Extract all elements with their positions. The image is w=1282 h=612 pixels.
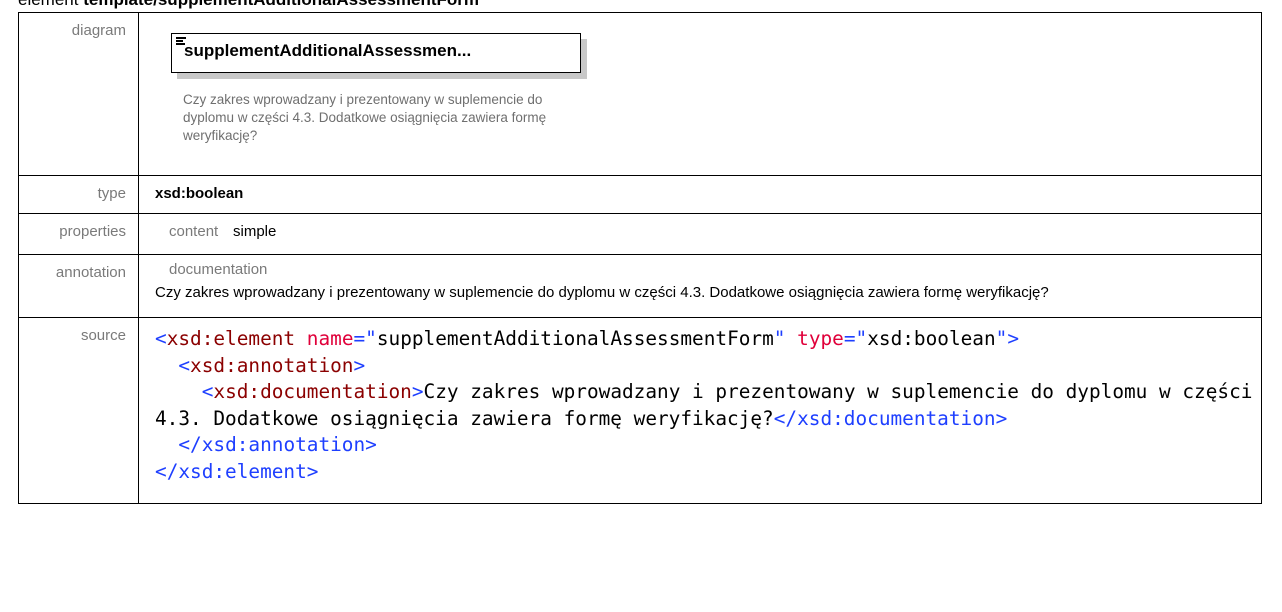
src-close-annotation-tag: /xsd:annotation [190,433,366,456]
type-value: xsd:boolean [155,185,244,202]
src-close-documentation-tag: /xsd:documentation [785,406,996,430]
src-annotation-tag: xsd:annotation [190,353,354,377]
src-attr-type-value: xsd:boolean [867,327,996,350]
src-attr-name-value: supplementAdditionalAssessmentForm [376,327,774,350]
diagram: supplementAdditionalAssessmen... Czy zak… [139,13,1261,175]
src-documentation-tag: xsd:documentation [213,380,412,403]
diagram-row: diagram supplementAdditionalAssessmen...… [18,12,1262,176]
diagram-element-box[interactable]: supplementAdditionalAssessmen... [171,33,581,73]
annotation-key: documentation [169,261,268,278]
property-value: simple [233,223,277,240]
diagram-element-name: supplementAdditionalAssessmen... [184,41,472,60]
annotation-text: Czy zakres wprowadzany i prezentowany w … [155,284,1049,301]
source-cell: <xsd:element name="supplementAdditionalA… [138,317,1265,504]
type-label: type [18,175,139,214]
src-close-element-tag: /xsd:element [166,459,307,483]
source-label: source [18,317,139,504]
annotation-cell: documentation Czy zakres wprowadzany i p… [138,254,1262,318]
element-doc-table: diagram supplementAdditionalAssessmen...… [18,12,1262,504]
diagram-label: diagram [18,12,139,176]
src-open-tag: xsd:element [166,327,296,350]
source-row: source <xsd:element name="supplementAddi… [18,317,1265,504]
diagram-cell: supplementAdditionalAssessmen... Czy zak… [138,12,1262,176]
annotation-label: annotation [18,254,139,318]
page-title: element template/supplementAdditionalAss… [18,0,479,12]
title-element-name: template/supplementAdditionalAssessmentF… [83,0,479,9]
properties-cell: content simple [138,213,1262,255]
property-key: content [169,223,219,240]
property-item: content simple [139,214,1261,240]
diagram-documentation: Czy zakres wprowadzany i prezentowany w … [183,92,547,143]
source-code: <xsd:element name="supplementAdditionalA… [155,327,1265,483]
type-cell: xsd:boolean [138,175,1262,214]
properties-label: properties [18,213,139,255]
src-attr-name: name [306,327,354,350]
src-attr-type: type [797,327,844,350]
title-keyword: element [18,0,78,9]
type-row: type xsd:boolean [18,175,1262,214]
properties-row: properties content simple [18,213,1262,255]
annotation-row: annotation documentation Czy zakres wpro… [18,254,1262,318]
